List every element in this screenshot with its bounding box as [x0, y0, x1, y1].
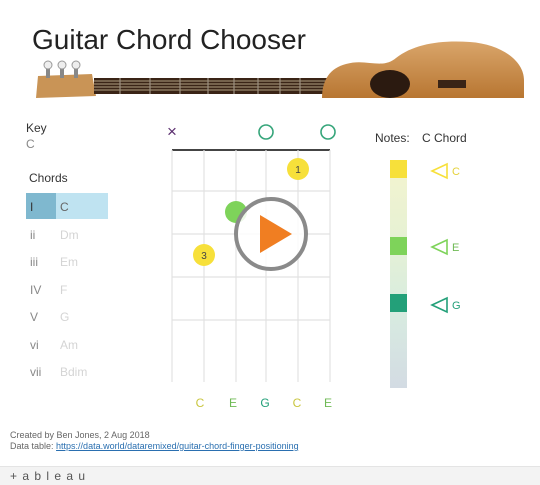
notes-chord-name: C Chord	[422, 131, 467, 145]
chord-name-em[interactable]: Em	[60, 255, 78, 269]
note-g-band	[390, 294, 407, 312]
note-c-marker-icon	[430, 162, 448, 180]
chord-name-f[interactable]: F	[60, 283, 67, 297]
open-string-circle-icon	[258, 124, 274, 140]
string-note-label: C	[196, 396, 205, 410]
string-note-label: G	[260, 396, 269, 410]
chord-roman-vi[interactable]: vi	[30, 338, 39, 352]
string-note-label: C	[293, 396, 302, 410]
chord-name-dm[interactable]: Dm	[60, 228, 79, 242]
string-note-label: E	[324, 396, 332, 410]
notes-scale-bar: C E G	[390, 160, 461, 388]
key-value[interactable]: C	[26, 137, 35, 151]
open-string-circle-icon	[320, 124, 336, 140]
note-g-label: G	[452, 300, 461, 312]
tableau-logo[interactable]: + a b l e a u	[10, 469, 86, 483]
note-c-label: C	[452, 166, 460, 178]
chord-roman-vii[interactable]: vii	[30, 365, 41, 379]
chord-roman-v[interactable]: V	[30, 310, 38, 324]
chord-roman-ii[interactable]: ii	[30, 228, 35, 242]
chord-name-g[interactable]: G	[60, 310, 69, 324]
chord-roman-iv[interactable]: IV	[30, 283, 41, 297]
created-by-text: Created by Ben Jones, 2 Aug 2018	[10, 430, 150, 440]
notes-label: Notes:	[375, 131, 410, 145]
finger-number-label: 1	[295, 165, 301, 176]
chords-label: Chords	[29, 171, 68, 185]
chord-name-am[interactable]: Am	[60, 338, 78, 352]
note-e-band	[390, 237, 407, 255]
guitar-banner-image	[36, 41, 524, 98]
key-label: Key	[26, 121, 47, 135]
muted-string-marker: ×	[167, 122, 177, 141]
note-g-marker-icon	[430, 296, 448, 314]
note-c-band	[390, 160, 407, 178]
finger-number-label: 3	[201, 251, 207, 262]
data-table-label: Data table:	[10, 441, 54, 451]
note-e-marker-icon	[430, 238, 448, 256]
data-table-line: Data table: https://data.world/dataremix…	[10, 441, 299, 451]
chord-roman-iii[interactable]: iii	[30, 255, 38, 269]
string-note-label: E	[229, 396, 237, 410]
data-table-link[interactable]: https://data.world/dataremixed/guitar-ch…	[56, 441, 299, 451]
chord-name-bdim[interactable]: Bdim	[60, 365, 87, 379]
chord-roman-i[interactable]: I	[30, 200, 33, 214]
chord-name-c[interactable]: C	[60, 200, 69, 214]
play-button[interactable]	[232, 195, 310, 273]
note-e-label: E	[452, 242, 459, 254]
